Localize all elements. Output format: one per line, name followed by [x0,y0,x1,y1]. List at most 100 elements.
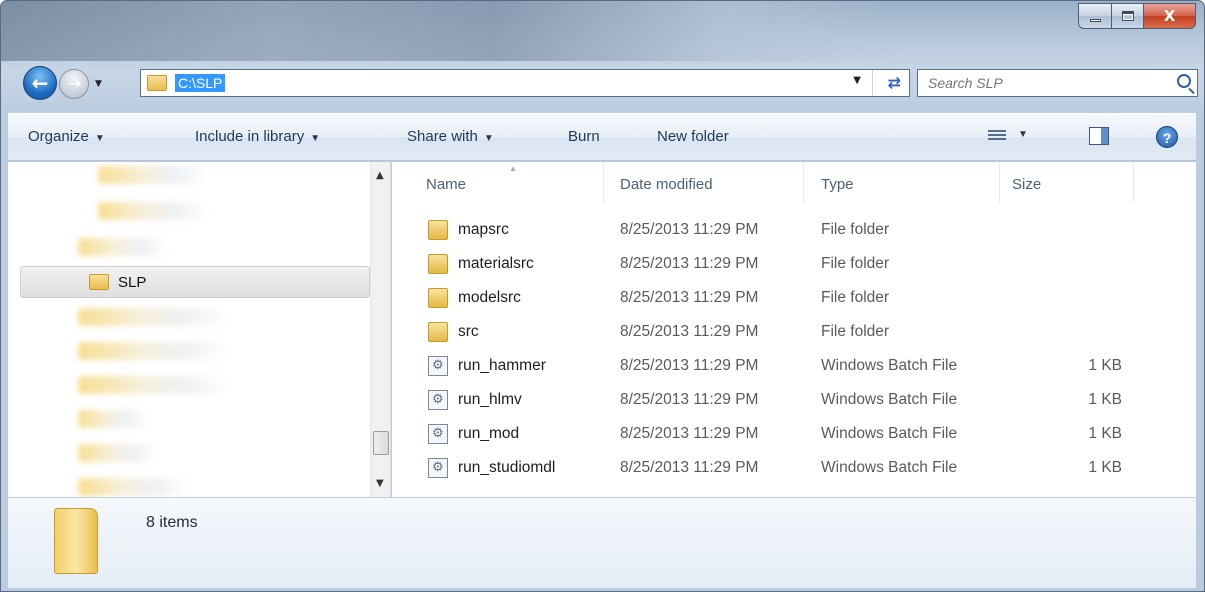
search-box[interactable] [917,69,1198,97]
explorer-window: X ← → ▼ C:\SLP ▼ ⇄ Organize ▼ Include in … [0,0,1205,592]
view-dropdown-icon[interactable]: ▼ [1018,129,1028,140]
file-size: 1 KB [1088,425,1122,442]
file-type: File folder [821,221,890,238]
organize-button[interactable]: Organize ▼ [28,128,105,145]
file-name: run_studiomdl [458,459,556,476]
blurred-nav-item [78,308,228,326]
batch-file-icon [428,390,448,410]
minimize-button[interactable] [1078,3,1112,29]
batch-file-icon [428,424,448,444]
scroll-down-icon[interactable]: ▼ [376,478,384,489]
file-row[interactable]: run_hammer 8/25/2013 11:29 PM Windows Batc… [392,350,1196,384]
blurred-nav-item [78,410,148,428]
blurred-nav-item [78,376,228,394]
file-name: materialsrc [458,255,534,272]
folder-icon [428,322,448,342]
column-header-date[interactable]: Date modified [604,162,804,202]
nav-scrollbar[interactable]: ▲ ▼ [370,162,390,497]
file-type: Windows Batch File [821,357,958,374]
new-folder-button[interactable]: New folder [657,128,729,145]
caption-buttons: X [1078,3,1196,29]
close-icon: X [1163,7,1176,25]
sort-ascending-icon: ▲ [509,164,517,173]
folder-icon [54,508,98,574]
address-path[interactable]: C:\SLP [175,74,226,92]
file-row[interactable]: modelsrc 8/25/2013 11:29 PM File folder [392,282,1196,316]
refresh-icon[interactable]: ⇄ [888,73,901,92]
search-input[interactable] [928,75,1158,91]
file-row[interactable]: materialsrc 8/25/2013 11:29 PM File folder [392,248,1196,282]
include-in-library-label: Include in library [195,128,305,145]
column-type-label: Type [821,176,854,193]
batch-file-icon [428,458,448,478]
change-view-icon[interactable] [988,128,1006,144]
column-header-type[interactable]: Type [804,162,1000,202]
organize-label: Organize [28,128,89,145]
blurred-nav-item [98,166,208,184]
title-bar[interactable] [1,1,901,61]
file-type: Windows Batch File [821,391,958,408]
folder-icon [428,220,448,240]
item-count: 8 items [146,514,198,531]
blurred-nav-item [78,444,158,462]
file-date: 8/25/2013 11:29 PM [620,323,759,340]
folder-icon [428,254,448,274]
column-header-row: Name ▲ Date modified Type Size [392,162,1196,202]
burn-button[interactable]: Burn [568,128,600,145]
back-arrow-icon: ← [31,71,49,95]
file-date: 8/25/2013 11:29 PM [620,289,759,306]
file-type: File folder [821,289,890,306]
scroll-up-icon[interactable]: ▲ [376,170,384,181]
new-folder-label: New folder [657,128,729,145]
navigation-pane: SLP ▲ ▼ [8,162,391,497]
maximize-button[interactable] [1112,3,1144,29]
maximize-icon [1121,11,1134,21]
nav-item-slp[interactable]: SLP [20,266,370,298]
share-with-button[interactable]: Share with ▼ [407,128,494,145]
file-size: 1 KB [1088,459,1122,476]
folder-icon [147,75,167,91]
file-type: Windows Batch File [821,425,958,442]
file-name: run_hlmv [458,391,522,408]
chevron-down-icon: ▼ [310,133,321,144]
address-bar[interactable]: C:\SLP ▼ ⇄ [140,69,910,97]
recent-pages-dropdown[interactable]: ▼ [95,79,102,89]
close-button[interactable]: X [1144,3,1196,29]
file-row[interactable]: run_mod 8/25/2013 11:29 PM Windows Batch F… [392,418,1196,452]
file-date: 8/25/2013 11:29 PM [620,391,759,408]
file-date: 8/25/2013 11:29 PM [620,255,759,272]
details-pane: 8 items [8,497,1196,588]
file-date: 8/25/2013 11:29 PM [620,425,759,442]
blurred-nav-item [98,202,208,220]
back-button[interactable]: ← [23,66,57,100]
preview-pane-icon[interactable] [1089,127,1109,145]
file-name: src [458,323,479,340]
blurred-nav-item [78,342,228,360]
blurred-nav-item [78,238,168,256]
folder-icon [89,274,109,290]
help-icon[interactable]: ? [1156,126,1178,148]
address-separator [872,70,873,96]
chevron-down-icon: ▼ [94,133,105,144]
search-icon[interactable] [1177,74,1191,88]
file-row[interactable]: run_studiomdl 8/25/2013 11:29 PM Windows B… [392,452,1196,486]
column-name-label: Name [426,176,467,193]
forward-button[interactable]: → [59,69,89,99]
file-row[interactable]: run_hlmv 8/25/2013 11:29 PM Windows Batch … [392,384,1196,418]
file-name: run_mod [458,425,520,442]
blurred-nav-item [78,478,188,496]
file-name: modelsrc [458,289,521,306]
column-header-name[interactable]: Name ▲ [392,162,604,202]
include-in-library-button[interactable]: Include in library ▼ [195,128,320,145]
file-date: 8/25/2013 11:29 PM [620,221,759,238]
column-header-size[interactable]: Size [1000,162,1134,202]
scroll-thumb[interactable] [373,431,389,455]
file-row[interactable]: src 8/25/2013 11:29 PM File folder [392,316,1196,350]
file-row[interactable]: mapsrc 8/25/2013 11:29 PM File folder [392,214,1196,248]
file-date: 8/25/2013 11:29 PM [620,357,759,374]
folder-icon [428,288,448,308]
address-dropdown-icon[interactable]: ▼ [853,75,861,86]
burn-label: Burn [568,128,600,145]
batch-file-icon [428,356,448,376]
column-size-label: Size [1012,176,1042,193]
